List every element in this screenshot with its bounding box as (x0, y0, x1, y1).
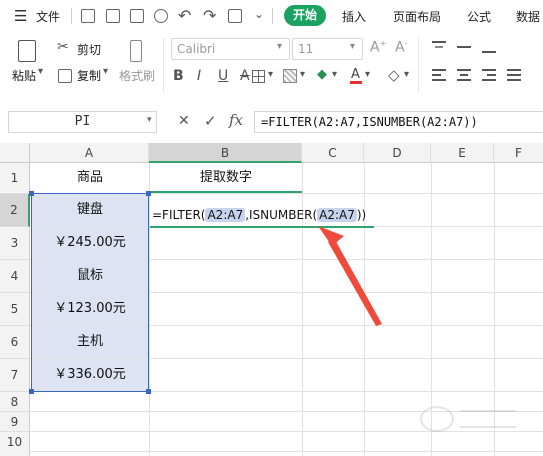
paste-dropdown-icon[interactable]: ▾ (38, 66, 43, 77)
tab-home[interactable]: 开始 (284, 5, 326, 26)
increase-font-icon[interactable]: A+ (370, 39, 386, 56)
format-painter-icon[interactable] (130, 40, 142, 62)
paste-button[interactable]: 粘贴 (12, 67, 36, 84)
name-box-value: PI (74, 114, 91, 129)
row-header-10[interactable]: 10 (0, 432, 30, 456)
align-left-icon[interactable] (432, 69, 446, 81)
align-center-icon[interactable] (457, 69, 471, 81)
gridline (30, 451, 543, 452)
separator (272, 8, 273, 24)
row-header-3[interactable]: 3 (0, 227, 30, 260)
formula-text: ,ISNUMBER( (245, 208, 318, 222)
cancel-formula-button[interactable]: ✕ (178, 113, 190, 129)
selection-handle[interactable] (29, 389, 34, 394)
print-icon[interactable] (130, 9, 144, 23)
border-icon[interactable] (252, 70, 265, 83)
tab-insert[interactable]: 插入 (342, 8, 366, 25)
column-header-e[interactable]: E (431, 143, 494, 163)
print-preview-icon[interactable] (154, 9, 168, 23)
align-top-icon[interactable] (432, 41, 446, 53)
align-middle-icon[interactable] (457, 41, 471, 53)
selection-handle[interactable] (146, 389, 151, 394)
format-table-icon[interactable] (228, 9, 242, 23)
menu-bar: ☰ 文件 ↶ ↷ ⌄ 开始 插入 页面布局 公式 数据 (0, 0, 543, 32)
chevron-down-icon[interactable]: ▾ (350, 41, 355, 52)
separator (71, 8, 72, 24)
cell-b1[interactable]: 提取数字 (150, 163, 302, 193)
range-reference[interactable]: A2:A7 (205, 208, 246, 222)
confirm-formula-button[interactable]: ✓ (204, 112, 217, 130)
copy-button[interactable]: 复制 (77, 67, 101, 84)
italic-icon[interactable]: I (197, 68, 201, 84)
bold-icon[interactable]: B (173, 68, 184, 84)
row-header-4[interactable]: 4 (0, 260, 30, 293)
justify-icon[interactable] (507, 69, 521, 81)
row-header-2[interactable]: 2 (0, 194, 30, 227)
undo-icon[interactable]: ↶ (178, 6, 191, 25)
arrow-shaft (328, 238, 382, 326)
select-all-corner[interactable] (0, 143, 30, 163)
row-header-9[interactable]: 9 (0, 412, 30, 432)
separator (163, 38, 164, 92)
scissors-icon[interactable]: ✂ (57, 39, 69, 55)
name-box[interactable]: PI (8, 111, 157, 133)
tab-formulas[interactable]: 公式 (467, 8, 491, 25)
chevron-down-icon[interactable]: ▾ (332, 69, 337, 80)
chevron-down-icon[interactable]: ▾ (147, 115, 152, 125)
font-name-value: Calibri (177, 42, 216, 56)
chevron-down-icon[interactable]: ▾ (404, 69, 409, 80)
underline-icon[interactable]: U (218, 68, 228, 84)
fill-color-icon[interactable] (283, 69, 297, 83)
separator (418, 38, 419, 92)
row-header-1[interactable]: 1 (0, 163, 30, 194)
chevron-down-icon[interactable]: ▾ (268, 69, 273, 80)
font-size-value: 11 (298, 42, 314, 56)
ribbon: 粘贴 ▾ ✂ 剪切 复制 ▾ 格式刷 Calibri ▾ 11 ▾ A+ A- … (0, 32, 543, 100)
cell-a1[interactable]: 商品 (31, 163, 149, 193)
selection-handle[interactable] (146, 191, 151, 196)
paste-icon[interactable] (18, 40, 36, 62)
insert-function-button[interactable]: fx (229, 111, 243, 129)
hamburger-icon[interactable]: ☰ (14, 7, 27, 25)
copy-dropdown-icon[interactable]: ▾ (103, 66, 108, 77)
formula-input[interactable]: =FILTER(A2:A7,ISNUMBER(A2:A7)) (254, 111, 543, 133)
row-header-6[interactable]: 6 (0, 326, 30, 359)
annotation-arrow (318, 226, 382, 326)
chevron-down-icon[interactable]: ▾ (277, 41, 282, 52)
more-quick-access-icon[interactable]: ⌄ (254, 7, 264, 21)
watermark-logo (420, 400, 520, 440)
column-header-f[interactable]: F (494, 143, 543, 163)
align-right-icon[interactable] (482, 69, 496, 81)
row-header-7[interactable]: 7 (0, 359, 30, 392)
font-color-icon[interactable]: A (350, 67, 362, 84)
row-header-8[interactable]: 8 (0, 392, 30, 412)
tab-page-layout[interactable]: 页面布局 (393, 8, 441, 25)
file-menu[interactable]: 文件 (36, 8, 60, 25)
decrease-font-icon[interactable]: A- (395, 39, 407, 56)
column-header-d[interactable]: D (364, 143, 431, 163)
formula-text: =FILTER( (152, 208, 206, 222)
font-name-select[interactable]: Calibri (171, 38, 290, 60)
export-pdf-icon[interactable] (106, 9, 120, 23)
column-header-c[interactable]: C (302, 143, 364, 163)
save-icon[interactable] (81, 9, 95, 23)
selection-handle[interactable] (29, 191, 34, 196)
strikethrough-icon[interactable]: A (240, 68, 250, 84)
tab-data[interactable]: 数据 (516, 8, 540, 25)
align-bottom-icon[interactable] (482, 41, 496, 53)
column-header-b[interactable]: B (149, 143, 302, 163)
bucket-icon[interactable]: ◆ (317, 67, 327, 82)
format-painter-button[interactable]: 格式刷 (119, 67, 155, 84)
redo-icon[interactable]: ↷ (203, 6, 216, 25)
cut-button[interactable]: 剪切 (77, 41, 101, 58)
chevron-down-icon[interactable]: ▾ (365, 69, 370, 80)
column-header-a[interactable]: A (30, 143, 149, 163)
eraser-icon[interactable]: ◇ (388, 66, 400, 84)
chevron-down-icon[interactable]: ▾ (300, 69, 305, 80)
row-header-5[interactable]: 5 (0, 293, 30, 326)
copy-icon[interactable] (58, 69, 72, 83)
range-selection-border (31, 193, 149, 392)
